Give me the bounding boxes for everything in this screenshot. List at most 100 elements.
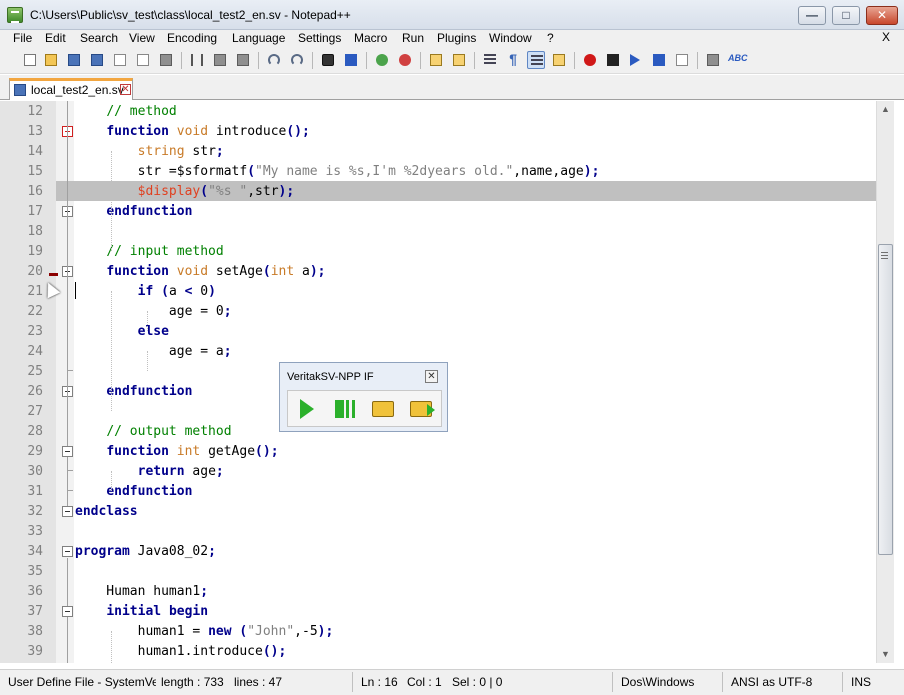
code-line[interactable]: 38 human1 = new ("John",-5); <box>0 621 876 641</box>
zoom-in-icon[interactable] <box>373 51 391 69</box>
record-macro-icon[interactable] <box>581 51 599 69</box>
tab-close-icon[interactable]: ✕ <box>120 84 131 95</box>
code-line[interactable]: 13 function void introduce(); <box>0 121 876 141</box>
code-text[interactable]: function void introduce(); <box>75 124 310 139</box>
sync-horizontal-icon[interactable] <box>450 51 468 69</box>
code-text[interactable]: // output method <box>75 424 231 439</box>
close-button[interactable]: ✕ <box>866 6 898 25</box>
code-text[interactable]: age = 0; <box>75 304 232 319</box>
menu-search[interactable]: Search <box>80 31 118 45</box>
fold-toggle-getage[interactable] <box>62 446 73 457</box>
code-text[interactable]: initial begin <box>75 604 208 619</box>
save-macro-icon[interactable] <box>673 51 691 69</box>
undo-icon[interactable] <box>265 51 283 69</box>
code-text[interactable]: endfunction <box>75 484 192 499</box>
code-text[interactable]: return age; <box>75 464 224 479</box>
code-text[interactable]: string str; <box>75 144 224 159</box>
tab-local-test2-en[interactable]: local_test2_en.sv ✕ <box>9 78 133 100</box>
code-line[interactable]: 12 // method <box>0 101 876 121</box>
open-file-icon[interactable] <box>42 51 60 69</box>
fold-toggle-program[interactable] <box>62 546 73 557</box>
zoom-out-icon[interactable] <box>396 51 414 69</box>
print-icon[interactable] <box>157 51 175 69</box>
spellcheck-icon[interactable]: ABC <box>727 51 748 69</box>
code-text[interactable]: // input method <box>75 244 223 259</box>
code-line[interactable]: 17 endfunction <box>0 201 876 221</box>
new-file-icon[interactable] <box>21 51 39 69</box>
scroll-down-icon[interactable]: ▼ <box>877 646 894 663</box>
menu-help[interactable]: ? <box>547 31 554 45</box>
code-line[interactable]: 31 endfunction <box>0 481 876 501</box>
code-line[interactable]: 30 return age; <box>0 461 876 481</box>
code-line[interactable]: 22 age = 0; <box>0 301 876 321</box>
save-icon[interactable] <box>65 51 83 69</box>
menu-settings[interactable]: Settings <box>298 31 341 45</box>
close-file-icon[interactable] <box>111 51 129 69</box>
redo-icon[interactable] <box>288 51 306 69</box>
code-line[interactable]: 16 $display("%s ",str); <box>0 181 876 201</box>
menu-file[interactable]: File <box>13 31 32 45</box>
cut-icon[interactable] <box>188 51 206 69</box>
close-all-icon[interactable] <box>134 51 152 69</box>
code-line[interactable]: 24 age = a; <box>0 341 876 361</box>
code-line[interactable]: 37 initial begin <box>0 601 876 621</box>
step-run-icon[interactable] <box>331 395 361 423</box>
user-lang-icon[interactable] <box>550 51 568 69</box>
minimize-button[interactable]: — <box>798 6 826 25</box>
code-text[interactable]: endfunction <box>75 384 192 399</box>
play-macro-icon[interactable] <box>627 51 645 69</box>
document-close-button[interactable]: X <box>882 30 890 44</box>
code-line[interactable]: 21 if (a < 0) <box>0 281 876 301</box>
stop-record-icon[interactable] <box>604 51 622 69</box>
plugin-panel-close-icon[interactable]: ✕ <box>425 370 438 383</box>
code-line[interactable]: 23 else <box>0 321 876 341</box>
copy-icon[interactable] <box>211 51 229 69</box>
menu-plugins[interactable]: Plugins <box>437 31 476 45</box>
vertical-scrollbar[interactable]: ▲ ▼ <box>876 101 894 663</box>
code-text[interactable]: $display("%s ",str); <box>75 184 295 199</box>
code-line[interactable]: 29 function int getAge(); <box>0 441 876 461</box>
code-text[interactable]: if (a < 0) <box>75 284 216 299</box>
menu-language[interactable]: Language <box>232 31 285 45</box>
trim-icon[interactable] <box>704 51 722 69</box>
menu-view[interactable]: View <box>129 31 155 45</box>
code-line[interactable]: 35 <box>0 561 876 581</box>
code-text[interactable]: Human human1; <box>75 584 208 599</box>
code-text[interactable]: function void setAge(int a); <box>75 264 325 279</box>
open-folder-icon[interactable] <box>369 395 399 423</box>
code-text[interactable]: human1 = new ("John",-5); <box>75 624 334 639</box>
replace-icon[interactable] <box>342 51 360 69</box>
code-line[interactable]: 20 function void setAge(int a); <box>0 261 876 281</box>
code-text[interactable]: // method <box>75 104 176 119</box>
code-line[interactable]: 18 <box>0 221 876 241</box>
maximize-button[interactable]: □ <box>832 6 860 25</box>
code-line[interactable]: 33 <box>0 521 876 541</box>
code-line[interactable]: 36 Human human1; <box>0 581 876 601</box>
menu-run[interactable]: Run <box>402 31 424 45</box>
code-text[interactable]: program Java08_02; <box>75 544 216 559</box>
run-icon[interactable] <box>293 395 323 423</box>
menu-window[interactable]: Window <box>489 31 532 45</box>
code-line[interactable]: 34 program Java08_02; <box>0 541 876 561</box>
run-macro-multiple-icon[interactable] <box>650 51 668 69</box>
scroll-thumb[interactable] <box>878 244 893 555</box>
code-text[interactable]: else <box>75 324 169 339</box>
code-text[interactable]: age = a; <box>75 344 232 359</box>
sync-vertical-icon[interactable] <box>427 51 445 69</box>
find-icon[interactable] <box>319 51 337 69</box>
code-line[interactable]: 32 endclass <box>0 501 876 521</box>
show-all-chars-icon[interactable]: ¶ <box>504 51 522 69</box>
code-text[interactable]: str =$sformatf("My name is %s,I'm %2dyea… <box>75 164 600 179</box>
menu-encoding[interactable]: Encoding <box>167 31 217 45</box>
fold-toggle-endclass[interactable] <box>62 506 73 517</box>
code-text[interactable]: endfunction <box>75 204 192 219</box>
fold-toggle-initial[interactable] <box>62 606 73 617</box>
code-line[interactable]: 39 human1.introduce(); <box>0 641 876 661</box>
code-text[interactable]: endclass <box>75 504 138 519</box>
paste-icon[interactable] <box>234 51 252 69</box>
code-line[interactable]: 19 // input method <box>0 241 876 261</box>
menu-macro[interactable]: Macro <box>354 31 387 45</box>
open-folder-run-icon[interactable] <box>407 395 437 423</box>
code-line[interactable]: 15 str =$sformatf("My name is %s,I'm %2d… <box>0 161 876 181</box>
word-wrap-icon[interactable] <box>481 51 499 69</box>
